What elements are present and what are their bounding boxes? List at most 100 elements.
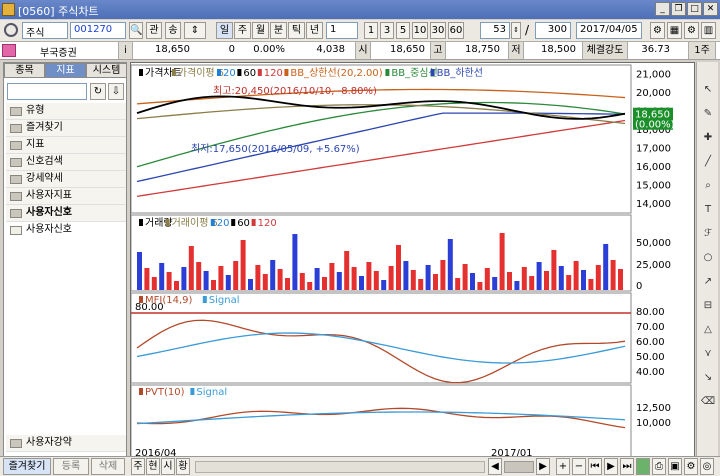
maximize-button[interactable]: □ bbox=[687, 2, 702, 16]
favorites-button[interactable]: 즐겨찾기 bbox=[3, 458, 51, 475]
market-select[interactable]: 주식 bbox=[22, 22, 68, 39]
save-icon[interactable]: ▣ bbox=[668, 458, 682, 475]
zoom-in-icon[interactable]: + bbox=[556, 458, 570, 475]
triangle-icon[interactable]: △ bbox=[700, 322, 716, 338]
layout-icon[interactable]: ▥ bbox=[701, 22, 716, 39]
watch-button[interactable]: 관 bbox=[146, 22, 162, 39]
mfi-axis-label: 40.00 bbox=[636, 367, 665, 378]
ruler-icon[interactable]: ⊟ bbox=[700, 298, 716, 314]
high-label: 고 bbox=[430, 42, 446, 59]
stock-badge-icon bbox=[2, 44, 16, 57]
fibonacci-icon[interactable]: ℱ bbox=[700, 226, 716, 242]
period-minute-button[interactable]: 분 bbox=[270, 22, 287, 39]
next-icon[interactable]: ▶ bbox=[604, 458, 618, 475]
volume-bar bbox=[551, 250, 557, 290]
horizontal-scrollbar[interactable] bbox=[195, 461, 485, 473]
trend-icon[interactable]: ↗ bbox=[700, 274, 716, 290]
crosshair-icon[interactable]: ✚ bbox=[700, 130, 716, 146]
grid-icon[interactable]: ▦ bbox=[667, 22, 682, 39]
interval-60-button[interactable]: 60 bbox=[448, 22, 464, 39]
total-count-input[interactable]: 300 bbox=[535, 22, 571, 39]
export-icon[interactable] bbox=[636, 458, 650, 475]
pencil-icon[interactable]: ✎ bbox=[700, 106, 716, 122]
volume-axis-label: 50,000 bbox=[636, 238, 671, 249]
print-icon[interactable]: ⎙ bbox=[652, 458, 666, 475]
fan-icon[interactable]: ⋎ bbox=[700, 346, 716, 362]
bottom-tab-2[interactable]: 현 bbox=[146, 458, 160, 475]
period-tick-button[interactable]: 틱 bbox=[288, 22, 305, 39]
interval-30-button[interactable]: 30 bbox=[430, 22, 446, 39]
bottom-tab-1[interactable]: 주 bbox=[131, 458, 145, 475]
text-icon[interactable]: T bbox=[700, 202, 716, 218]
eraser-icon[interactable]: ⌫ bbox=[700, 394, 716, 410]
cursor-icon[interactable]: ↖ bbox=[700, 82, 716, 98]
bottom-tab-4[interactable]: 황 bbox=[176, 458, 190, 475]
display-count-input[interactable]: 53 bbox=[480, 22, 510, 39]
delete-button[interactable]: 삭제 bbox=[91, 458, 125, 475]
chart-svg[interactable]: 가격차트가격이평 520 60 120 BB_상한선(20,2.00) BB_중심선BB… bbox=[130, 63, 694, 459]
first-icon[interactable]: ⏮ bbox=[588, 458, 602, 475]
current-change-label: (0.00%) bbox=[635, 120, 675, 131]
minimize-button[interactable]: _ bbox=[655, 2, 670, 16]
capture-icon[interactable]: ◎ bbox=[700, 458, 714, 475]
volume-legend-label: 20 bbox=[217, 218, 230, 229]
tab-systems[interactable]: 시스템 bbox=[86, 63, 127, 78]
interval-5-button[interactable]: 5 bbox=[396, 22, 410, 39]
info-button[interactable]: i bbox=[118, 42, 133, 59]
scroll-left-button[interactable]: ◀ bbox=[488, 458, 502, 475]
sidebar-item-strength[interactable]: 강세약세 bbox=[6, 171, 126, 188]
unit-button[interactable]: 1주 bbox=[688, 42, 716, 59]
chart-settings-icon[interactable]: ⚙ bbox=[684, 458, 698, 475]
period-day-button[interactable]: 일 bbox=[216, 22, 233, 39]
interval-3-button[interactable]: 3 bbox=[380, 22, 394, 39]
interval-10-button[interactable]: 10 bbox=[412, 22, 428, 39]
scroll-thumb[interactable] bbox=[504, 461, 534, 473]
count-spinner[interactable]: ⇕ bbox=[511, 22, 521, 39]
refresh-icon[interactable]: ↻ bbox=[90, 83, 106, 100]
search-button[interactable]: 🔍 bbox=[129, 22, 143, 39]
search-icon[interactable] bbox=[4, 23, 18, 37]
scroll-right-button[interactable]: ▶ bbox=[536, 458, 550, 475]
close-button[interactable]: ✕ bbox=[703, 2, 718, 16]
sidebar-item-user-strength[interactable]: 사용자강약 bbox=[6, 435, 126, 452]
volume-bar bbox=[299, 273, 305, 290]
arrow-icon[interactable]: ↘ bbox=[700, 370, 716, 386]
line-icon[interactable]: ╱ bbox=[700, 154, 716, 170]
chart-area[interactable]: 가격차트 가격이평 5 20 60 120 BB_상한선(20,2.00) BB_중심선 BB… bbox=[130, 62, 695, 460]
volume-axis-label: 25,000 bbox=[636, 260, 671, 271]
sidebar-item-signal-search[interactable]: 신호검색 bbox=[6, 154, 126, 171]
bottom-tab-3[interactable]: 시 bbox=[161, 458, 175, 475]
period-year-button[interactable]: 년 bbox=[306, 22, 323, 39]
volume-bar bbox=[248, 279, 253, 290]
volume-bar bbox=[240, 240, 246, 290]
send-button[interactable]: 송 bbox=[165, 22, 181, 39]
sidebar-search-input[interactable] bbox=[7, 83, 87, 100]
config-icon[interactable]: ⚙ bbox=[684, 22, 699, 39]
sidebar-item-user-signals[interactable]: 사용자신호 bbox=[6, 205, 126, 222]
date-picker[interactable]: 2017/04/05 bbox=[576, 22, 642, 39]
last-icon[interactable]: ⏭ bbox=[620, 458, 634, 475]
sidebar-item-indicators[interactable]: 지표 bbox=[6, 137, 126, 154]
pvt-legend-label: PVT(10) bbox=[145, 387, 185, 398]
settings-icon[interactable]: ⚙ bbox=[650, 22, 665, 39]
register-button[interactable]: 등록 bbox=[53, 458, 89, 475]
period-week-button[interactable]: 주 bbox=[234, 22, 251, 39]
period-month-button[interactable]: 월 bbox=[252, 22, 269, 39]
stock-code-input[interactable]: 001270 bbox=[70, 22, 126, 39]
sidebar-item-user-signals-open[interactable]: 사용자신호 bbox=[6, 222, 126, 239]
zoom-icon[interactable]: ⌕ bbox=[700, 178, 716, 194]
circle-icon[interactable]: ○ bbox=[700, 250, 716, 266]
interval-1-button[interactable]: 1 bbox=[364, 22, 378, 39]
sidebar-item-favorites[interactable]: 즐겨찾기 bbox=[6, 120, 126, 137]
download-icon[interactable]: ⇩ bbox=[108, 83, 124, 100]
volume-bar bbox=[277, 269, 283, 290]
zoom-out-icon[interactable]: − bbox=[572, 458, 586, 475]
tab-indicators[interactable]: 지표 bbox=[45, 63, 86, 78]
restore-button[interactable]: ❐ bbox=[671, 2, 686, 16]
sidebar-item-user-indicators[interactable]: 사용자지표 bbox=[6, 188, 126, 205]
sidebar-item-label: 사용자신호 bbox=[26, 207, 72, 218]
sidebar-item-type[interactable]: 유형 bbox=[6, 103, 126, 120]
spin-button[interactable]: ⇕ bbox=[184, 22, 206, 39]
minute-select[interactable]: 1 bbox=[326, 22, 358, 39]
tab-stocks[interactable]: 종목 bbox=[4, 63, 45, 78]
